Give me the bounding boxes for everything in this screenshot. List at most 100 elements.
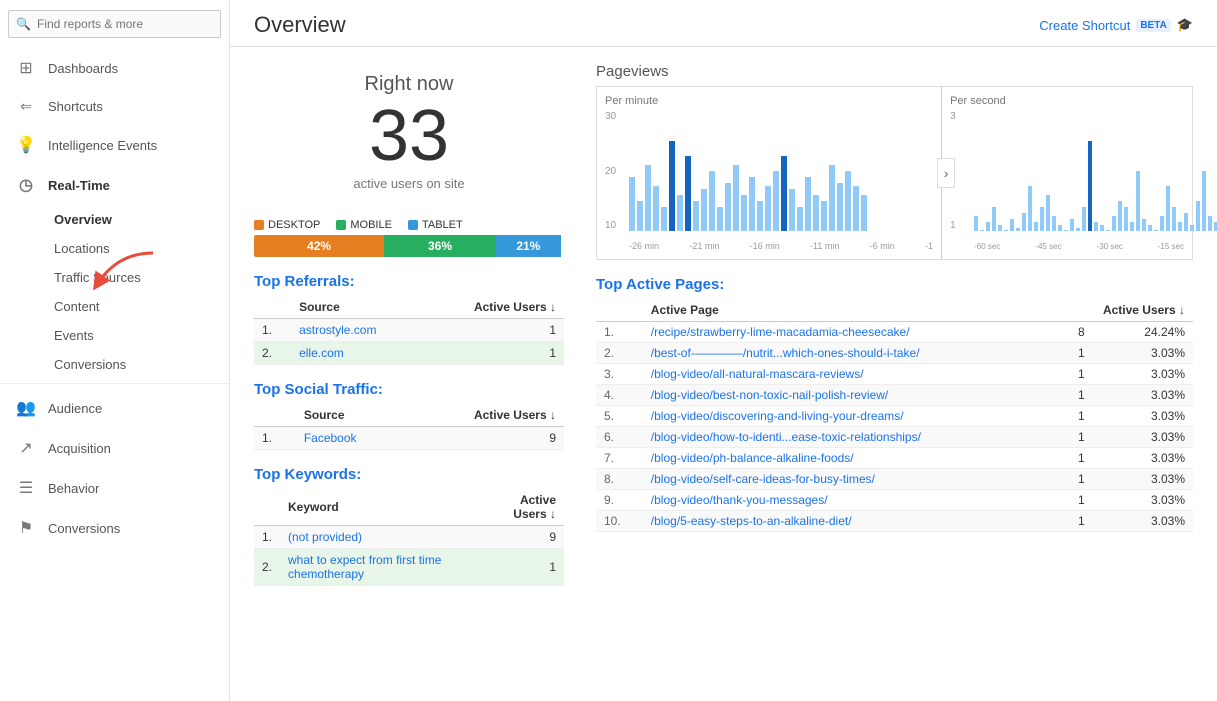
chart-bar xyxy=(974,216,978,231)
table-row: 2.elle.com1 xyxy=(254,342,564,365)
table-row: 2./best-of-————/nutrit...which-ones-shou… xyxy=(596,343,1193,364)
sidebar-item-intelligence-events[interactable]: 💡 Intelligence Events xyxy=(0,125,229,165)
top-referrals-title: Top Referrals: xyxy=(254,273,564,290)
desktop-pct: 42% xyxy=(307,239,331,253)
per-minute-x-labels: -26 min -21 min -16 min -11 min -6 min -… xyxy=(629,241,933,251)
per-second-chart-area: 1 2 3 -60 sec -45 sec -30 sec -15 sec xyxy=(950,111,1184,251)
chart-bar xyxy=(1196,201,1200,231)
mobile-text: MOBILE xyxy=(350,219,392,231)
chart-bar xyxy=(1190,225,1194,231)
top-social-title: Top Social Traffic: xyxy=(254,381,564,398)
pages-col-page: Active Page xyxy=(643,299,1053,322)
subnav-locations[interactable]: Locations xyxy=(54,234,229,263)
chart-bar xyxy=(813,195,819,231)
table-row: 7./blog-video/ph-balance-alkaline-foods/… xyxy=(596,448,1193,469)
sidebar: 🔍 ⊞ Dashboards ⇐ Shortcuts 💡 Intelligenc… xyxy=(0,0,230,701)
per-second-bars xyxy=(974,111,1184,231)
left-panel: Right now 33 active users on site DESKTO… xyxy=(254,63,564,586)
chart-nav-arrow[interactable]: › xyxy=(937,158,955,188)
referrals-col-source: Source xyxy=(291,296,424,319)
chart-bar xyxy=(845,171,851,231)
top-referrals-table: Source Active Users ↓ 1.astrostyle.com12… xyxy=(254,296,564,365)
chart-bar xyxy=(1064,230,1068,231)
sidebar-item-real-time[interactable]: ◷ Real-Time xyxy=(0,165,229,205)
page-title: Overview xyxy=(254,12,346,38)
table-row: 1.astrostyle.com1 xyxy=(254,319,564,342)
right-now-sub: active users on site xyxy=(254,176,564,191)
chart-bar xyxy=(1130,222,1134,231)
chart-bar xyxy=(1112,216,1116,231)
chart-bar xyxy=(1088,141,1092,231)
chart-bar xyxy=(1028,186,1032,231)
chart-bar xyxy=(821,201,827,231)
charts-row: Per minute 10 20 30 -26 min -21 xyxy=(596,86,1193,260)
subnav-content[interactable]: Content xyxy=(54,292,229,321)
social-col-users: Active Users ↓ xyxy=(406,404,564,427)
chart-bar xyxy=(853,186,859,231)
chart-bar xyxy=(765,186,771,231)
search-input[interactable] xyxy=(8,10,221,38)
chart-bar xyxy=(749,177,755,231)
desktop-dot xyxy=(254,220,264,230)
social-col-source: Source xyxy=(296,404,406,427)
right-panel: Pageviews Per minute 10 20 30 xyxy=(596,63,1193,586)
sidebar-label-shortcuts: Shortcuts xyxy=(48,99,103,114)
intelligence-icon: 💡 xyxy=(16,135,36,155)
sidebar-item-conversions[interactable]: ⚑ Conversions xyxy=(0,508,229,548)
subnav-overview[interactable]: Overview xyxy=(54,205,229,234)
chart-bar xyxy=(1142,219,1146,231)
main-content: Overview Create Shortcut BETA 🎓 Right no… xyxy=(230,0,1217,701)
chart-bar xyxy=(1178,222,1182,231)
sidebar-item-behavior[interactable]: ☰ Behavior xyxy=(0,468,229,508)
chart-bar xyxy=(637,201,643,231)
top-active-pages-title: Top Active Pages: xyxy=(596,276,1193,293)
search-icon: 🔍 xyxy=(16,17,31,31)
chart-bar xyxy=(1166,186,1170,231)
chart-bar xyxy=(781,156,787,231)
subnav-traffic-sources[interactable]: Traffic Sources xyxy=(54,263,229,292)
chart-bar xyxy=(980,230,984,231)
device-labels: DESKTOP MOBILE TABLET xyxy=(254,219,564,231)
chart-bar xyxy=(861,195,867,231)
chart-bar xyxy=(1106,230,1110,231)
subnav-events[interactable]: Events xyxy=(54,321,229,350)
chart-bar xyxy=(1046,195,1050,231)
chart-bar xyxy=(773,171,779,231)
referrals-col-num xyxy=(254,296,291,319)
table-row: 5./blog-video/discovering-and-living-you… xyxy=(596,406,1193,427)
chart-per-second: Per second 1 2 3 -60 sec -45 sec xyxy=(942,87,1192,259)
chart-bar xyxy=(1124,207,1128,231)
chart-bar xyxy=(1034,222,1038,231)
dashboards-icon: ⊞ xyxy=(16,58,36,78)
sidebar-label-dashboards: Dashboards xyxy=(48,61,118,76)
chart-bar xyxy=(998,225,1002,231)
sidebar-item-acquisition[interactable]: ↗ Acquisition xyxy=(0,428,229,468)
create-shortcut-button[interactable]: Create Shortcut BETA 🎓 xyxy=(1039,17,1193,33)
chart-bar xyxy=(992,207,996,231)
realtime-icon: ◷ xyxy=(16,175,36,195)
chart-bar xyxy=(1100,225,1104,231)
subnav-conversions[interactable]: Conversions xyxy=(54,350,229,379)
sidebar-item-audience[interactable]: 👥 Audience xyxy=(0,388,229,428)
sidebar-item-dashboards[interactable]: ⊞ Dashboards xyxy=(0,48,229,88)
chart-bar xyxy=(693,201,699,231)
sidebar-label-realtime: Real-Time xyxy=(48,178,110,193)
mobile-bar: 36% xyxy=(384,235,496,257)
pageviews-section: Pageviews Per minute 10 20 30 xyxy=(596,63,1193,260)
sidebar-item-shortcuts[interactable]: ⇐ Shortcuts xyxy=(0,88,229,125)
pageviews-title: Pageviews xyxy=(596,63,1193,80)
behavior-icon: ☰ xyxy=(16,478,36,498)
keywords-col-users: Active Users ↓ xyxy=(480,489,564,526)
chart-bar xyxy=(1136,171,1140,231)
chart-bar xyxy=(1010,219,1014,231)
chart-bar xyxy=(1016,228,1020,231)
chart-bar xyxy=(1070,219,1074,231)
top-keywords-table: Keyword Active Users ↓ 1.(not provided)9… xyxy=(254,489,564,586)
table-row: 4./blog-video/best-non-toxic-nail-polish… xyxy=(596,385,1193,406)
tablet-bar: 21% xyxy=(496,235,561,257)
table-row: 2.what to expect from first time chemoth… xyxy=(254,549,564,586)
sidebar-label-conversions: Conversions xyxy=(48,521,120,536)
social-col-num xyxy=(254,404,296,427)
chart-bar xyxy=(709,171,715,231)
device-bar-container: DESKTOP MOBILE TABLET 42% xyxy=(254,219,564,257)
